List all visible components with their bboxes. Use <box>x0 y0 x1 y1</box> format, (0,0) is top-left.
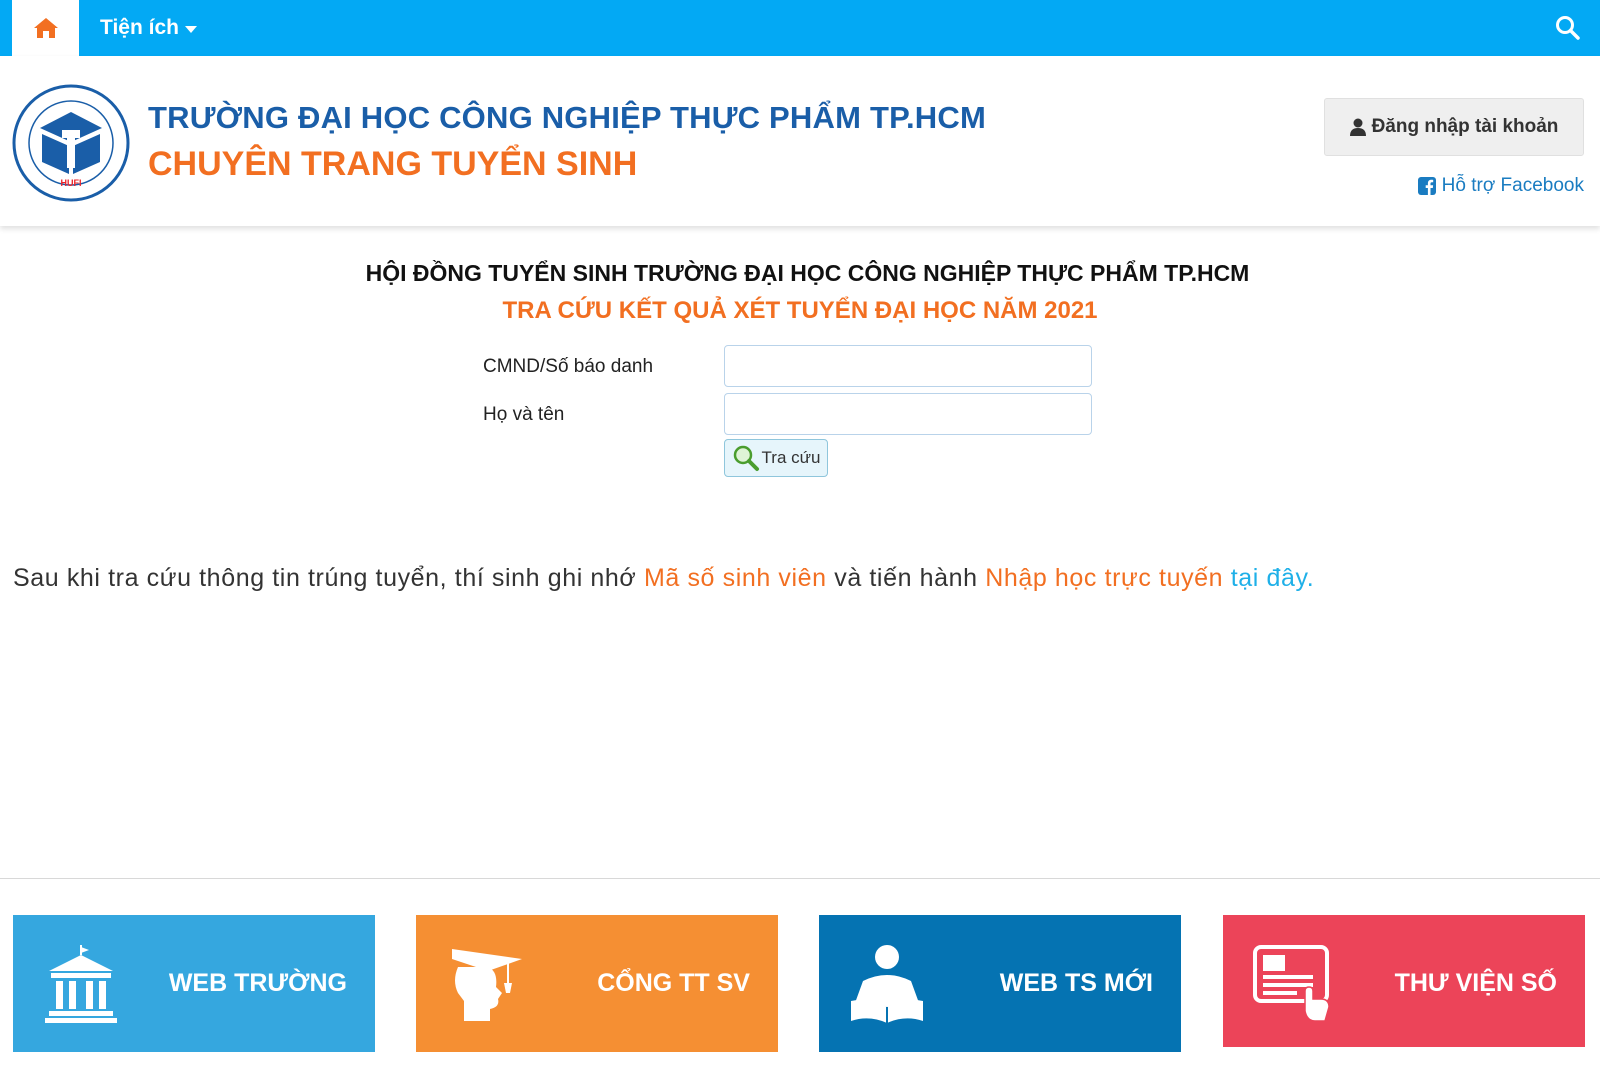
building-icon <box>45 945 117 1023</box>
graduate-icon <box>452 949 522 1021</box>
digital-library-icon <box>1253 945 1330 1022</box>
utilities-menu[interactable]: Tiện ích <box>100 0 197 56</box>
user-icon <box>1349 118 1366 136</box>
section-title: CHUYÊN TRANG TUYỂN SINH <box>148 145 638 183</box>
svg-text:HUFI: HUFI <box>61 178 82 188</box>
enrollment-link[interactable]: tại đây. <box>1223 564 1314 592</box>
student-id-highlight: Mã số sinh viên <box>643 564 827 592</box>
lookup-title: TRA CỨU KẾT QUẢ XÉT TUYỂN ĐẠI HỌC NĂM 20… <box>502 297 1098 324</box>
footer-divider <box>0 878 1600 879</box>
lookup-button[interactable]: Tra cứu <box>724 439 828 477</box>
council-title: HỘI ĐỒNG TUYỂN SINH TRƯỜNG ĐẠI HỌC CÔNG … <box>365 260 1250 286</box>
full-name-input[interactable] <box>724 393 1092 435</box>
tile-admission-website[interactable]: WEB TS MỚI <box>819 915 1181 1052</box>
home-icon <box>33 18 58 38</box>
tile-student-portal[interactable]: CỔNG TT SV <box>416 915 778 1052</box>
online-enrollment-highlight: Nhập học trực tuyến <box>985 564 1224 592</box>
id-number-label: CMND/Số báo danh <box>483 356 654 377</box>
search-icon <box>1556 16 1580 40</box>
facebook-support-link[interactable]: Hỗ trợ Facebook <box>1417 175 1584 197</box>
site-header: HUFI TRƯỜNG ĐẠI HỌC CÔNG NGHIỆP THỰC PHẨ… <box>0 56 1600 226</box>
full-name-label: Họ và tên <box>483 404 565 425</box>
enrollment-notice: Sau khi tra cứu thông tin trúng tuyển, t… <box>13 564 1314 593</box>
tile-school-website[interactable]: WEB TRƯỜNG <box>13 915 375 1052</box>
tile-digital-library[interactable]: THƯ VIỆN SỐ <box>1223 915 1585 1047</box>
notice-text-2: và tiến hành <box>826 564 986 592</box>
home-button[interactable] <box>12 0 79 56</box>
tile-label: WEB TS MỚI <box>999 969 1153 997</box>
notice-text-1: Sau khi tra cứu thông tin trúng tuyển, t… <box>13 564 644 592</box>
lookup-button-label: Tra cứu <box>761 448 821 467</box>
facebook-support-label: Hỗ trợ Facebook <box>1441 175 1584 196</box>
search-button[interactable] <box>1554 14 1582 42</box>
facebook-icon <box>1417 177 1436 195</box>
utilities-menu-label: Tiện ích <box>100 16 179 39</box>
tile-label: CỔNG TT SV <box>597 969 750 997</box>
reader-icon <box>851 945 923 1023</box>
school-logo[interactable]: HUFI <box>12 84 130 202</box>
login-label: Đăng nhập tài khoản <box>1371 116 1559 137</box>
tile-label: THƯ VIỆN SỐ <box>1394 969 1557 997</box>
chevron-down-icon <box>184 26 197 33</box>
tile-label: WEB TRƯỜNG <box>168 969 347 997</box>
top-nav-bar: Tiện ích <box>0 0 1600 56</box>
school-name: TRƯỜNG ĐẠI HỌC CÔNG NGHIỆP THỰC PHẨM TP.… <box>148 100 986 135</box>
magnifier-icon <box>733 445 759 471</box>
id-number-input[interactable] <box>724 345 1092 387</box>
login-button[interactable]: Đăng nhập tài khoản <box>1324 98 1584 156</box>
